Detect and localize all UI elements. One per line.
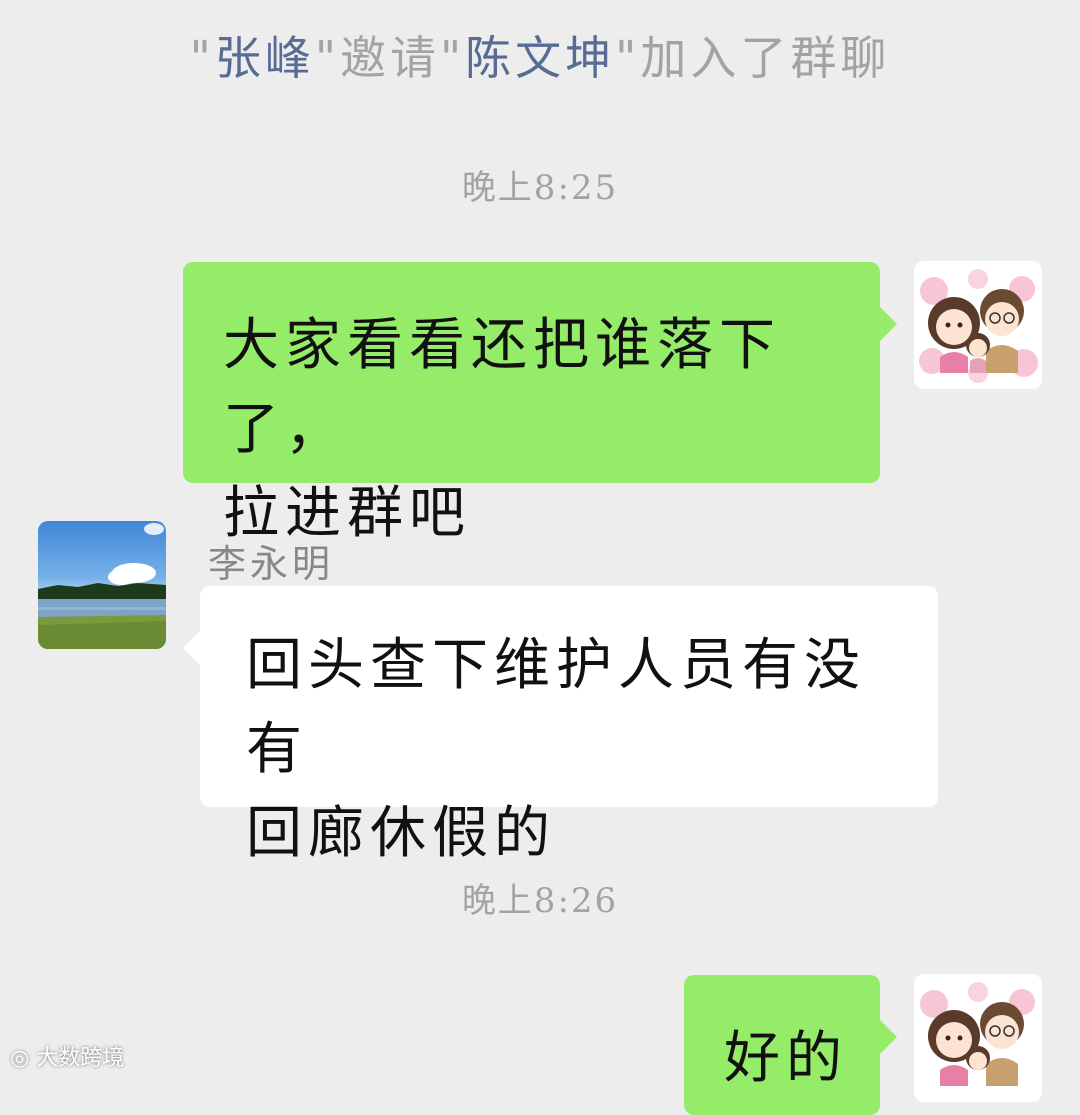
watermark-text: 大数跨境 (36, 1046, 125, 1071)
message-text: 回廊休假的 (246, 801, 556, 866)
self-avatar[interactable] (914, 261, 1042, 389)
watermark: ◎ 大数跨境 (10, 1040, 124, 1072)
sender-name: 李永明 (208, 542, 335, 586)
message-bubble-other[interactable]: 回头查下维护人员有没有 回廊休假的 (183, 586, 938, 866)
message-text: 大家看看还把谁落下了， (223, 313, 781, 462)
couple-cartoon-avatar-icon (920, 982, 1035, 1086)
timestamp: 晚上8:25 (461, 168, 619, 208)
couple-cartoon-avatar-icon (919, 269, 1038, 383)
sender-avatar[interactable] (38, 521, 166, 649)
message-text: 回头查下维护人员有没有 (246, 633, 866, 782)
message-text: 好的 (724, 1026, 848, 1091)
system-message: "张峰"邀请"陈文坤"加入了群聊 (0, 22, 1080, 88)
watermark-logo-icon: ◎ (10, 1046, 30, 1071)
quote-mark: " (615, 31, 641, 85)
quote-mark: " (189, 31, 215, 85)
invite-action-text: 邀请 (340, 31, 440, 85)
quote-mark: " (314, 31, 340, 85)
message-bubble-self[interactable]: 大家看看还把谁落下了， 拉进群吧 (183, 262, 897, 546)
landscape-photo-avatar-icon (38, 523, 166, 649)
timestamp: 晚上8:26 (461, 881, 619, 921)
quote-mark: " (440, 31, 466, 85)
invitee-name-link[interactable]: 陈文坤 (465, 31, 615, 85)
message-bubble-self[interactable]: 好的 (684, 975, 897, 1115)
joined-group-text: 加入了群聊 (640, 31, 891, 85)
self-avatar[interactable] (914, 974, 1042, 1102)
inviter-name-link[interactable]: 张峰 (215, 31, 315, 85)
